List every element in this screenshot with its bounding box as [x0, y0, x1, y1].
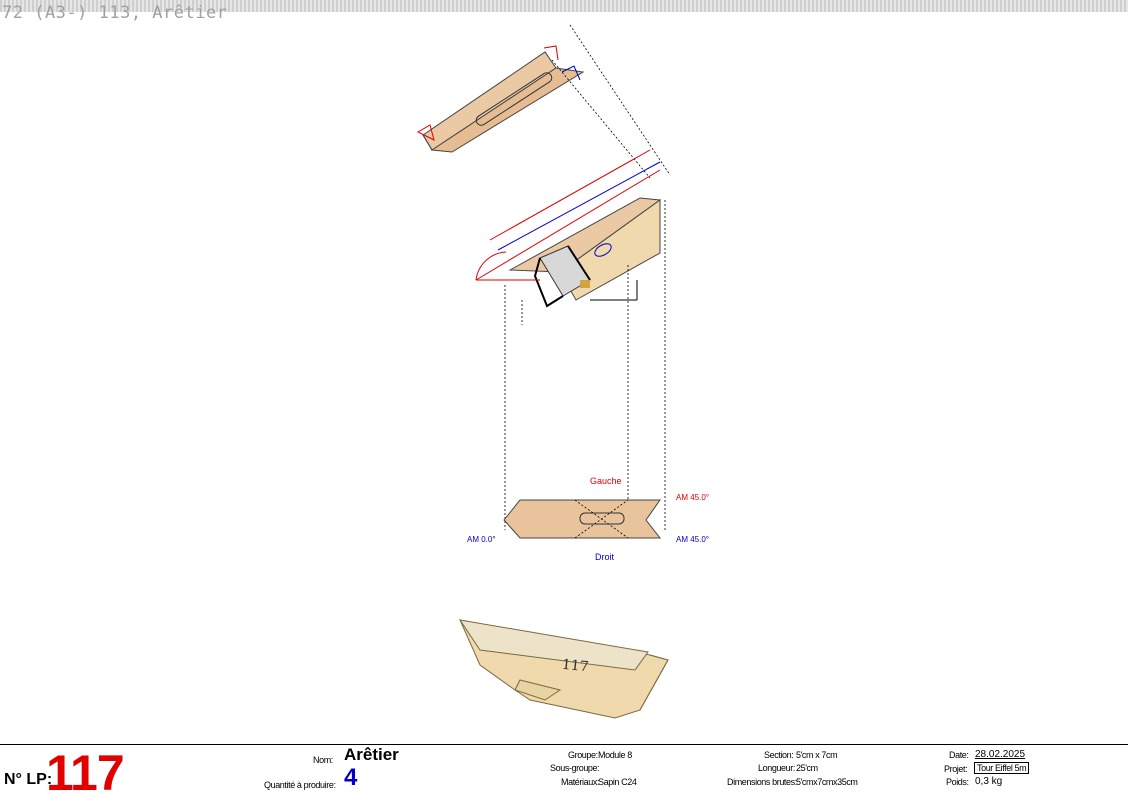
plan-view: Gauche Droit AM 45.0° AM 45.0° AM 0.0° [467, 476, 709, 562]
poids-label: Poids: [946, 777, 969, 787]
projet-label: Projet: [944, 764, 968, 774]
part-number-label: 117 [561, 657, 589, 676]
section-value: 5'cm x 7cm [796, 750, 838, 760]
materiaux-label: Matériaux: [561, 777, 600, 787]
technical-drawing: Gauche Droit AM 45.0° AM 45.0° AM 0.0° 1… [416, 24, 709, 719]
materiaux-value: Sapin C24 [598, 777, 637, 787]
groupe-label: Groupe: [568, 750, 598, 760]
label-am-bottom-right: AM 45.0° [676, 535, 709, 544]
label-am-top-right: AM 45.0° [676, 493, 709, 502]
label-gauche: Gauche [590, 476, 622, 486]
lp-number: 117 [46, 745, 125, 801]
projet-value: Tour Eiffel 5m [974, 762, 1030, 774]
qty-value: 4 [344, 764, 358, 791]
nom-label: Nom: [313, 755, 333, 765]
label-droit: Droit [595, 552, 615, 562]
poids-value: 0,3 kg [975, 776, 1003, 787]
date-label: Date: [949, 750, 969, 760]
longueur-value: 25'cm [796, 763, 818, 773]
lp-label: N° LP: [4, 771, 53, 788]
main-iso-view [475, 149, 666, 530]
label-am-left: AM 0.0° [467, 535, 496, 544]
qty-label: Quantité à produire: [264, 780, 336, 790]
date-value: 28.02.2025 [975, 749, 1026, 760]
section-label: Section: [764, 750, 794, 760]
dims-label: Dimensions brutes: [727, 777, 797, 787]
title-block: N° LP: 117 Nom: Arêtier Quantité à produ… [0, 744, 1128, 801]
dims-value: 5'cmx7cmx35cm [796, 777, 858, 787]
top-iso-view [416, 24, 671, 179]
render-3d-view: 117 [458, 619, 669, 719]
nom-value: Arêtier [344, 745, 399, 764]
groupe-value: Module 8 [598, 750, 632, 760]
sousgroupe-label: Sous-groupe: [550, 763, 600, 773]
longueur-label: Longueur: [758, 763, 795, 773]
